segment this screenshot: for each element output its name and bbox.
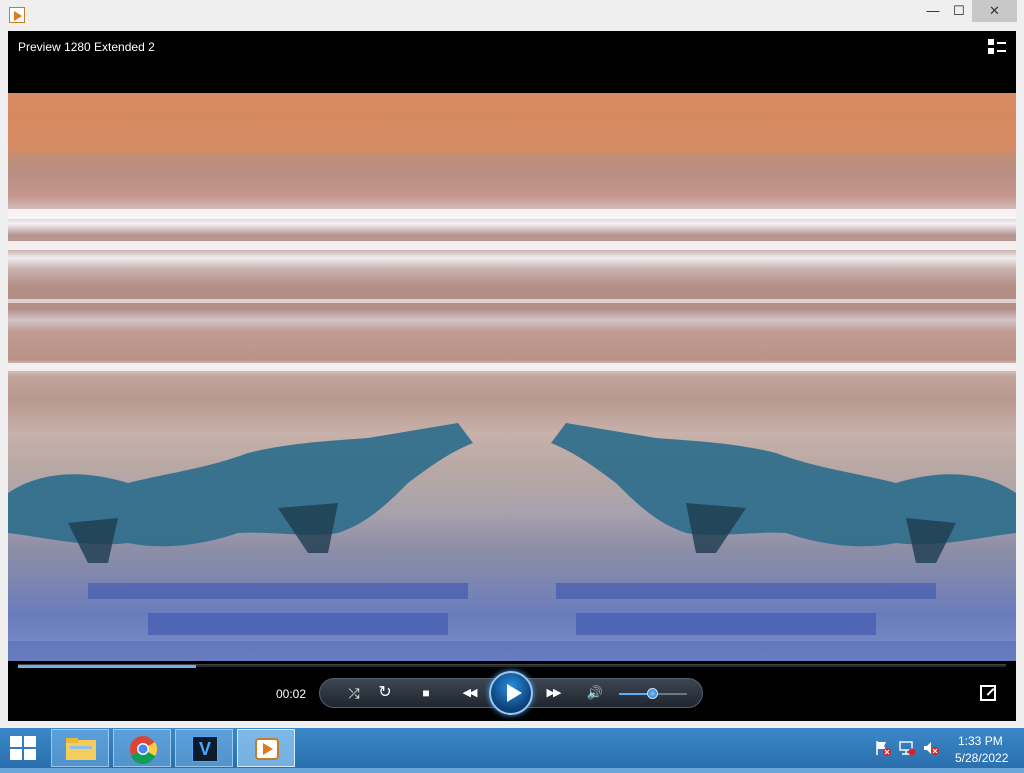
vegas-icon[interactable]: V [175,729,233,767]
player-area[interactable]: Preview 1280 Extended 2 00:02 ⤮ ↻ ■ ◀◀ ▶… [8,31,1016,721]
title-bar: — ☐ ✕ [0,0,1024,31]
media-player-window: — ☐ ✕ Preview 1280 Extended 2 00:02 ⤮ ↻ … [0,0,1024,728]
repeat-button[interactable]: ↻ [374,678,396,708]
previous-button[interactable]: ◀◀ [454,678,484,708]
elapsed-time: 00:02 [276,687,307,701]
wave-stripe [8,241,1016,250]
media-title: Preview 1280 Extended 2 [18,40,155,54]
wave-stripe [8,209,1016,219]
video-frame[interactable] [8,93,1016,661]
switch-to-library-icon[interactable] [988,39,1006,55]
wave-stripe [8,363,1016,371]
minimize-button[interactable]: — [920,0,946,22]
stop-button[interactable]: ■ [415,678,437,708]
seek-bar[interactable] [18,664,1006,668]
clock-time[interactable]: 1:33 PM [958,734,1003,748]
network-icon[interactable] [898,740,916,756]
playback-controls: 00:02 ⤮ ↻ ■ ◀◀ ▶▶ 🔊 [8,661,1016,721]
running-horses-image [8,423,1016,563]
volume-muted-icon[interactable] [922,740,940,756]
start-button[interactable] [10,736,38,762]
shuffle-button[interactable]: ⤮ [343,678,365,708]
fullscreen-icon[interactable] [980,685,996,701]
volume-knob[interactable] [647,688,658,699]
media-player-icon[interactable] [237,729,295,767]
maximize-button[interactable]: ☐ [946,0,972,22]
volume-slider[interactable] [619,688,687,699]
file-explorer-icon[interactable] [51,729,109,767]
taskbar: V 1:33 PM 5/28/2022 [0,728,1024,768]
media-player-app-icon[interactable] [9,7,25,23]
next-button[interactable]: ▶▶ [538,678,568,708]
seek-progress [18,665,196,668]
water-reflection-image [8,583,1016,661]
mute-button[interactable]: 🔊 [584,678,606,708]
wave-stripe [8,299,1016,303]
chrome-icon[interactable] [113,729,171,767]
vegas-letter: V [192,736,218,762]
play-button[interactable] [489,671,533,715]
clock-date[interactable]: 5/28/2022 [955,751,1008,765]
close-button[interactable]: ✕ [972,0,1017,22]
action-center-flag-icon[interactable] [874,740,892,756]
